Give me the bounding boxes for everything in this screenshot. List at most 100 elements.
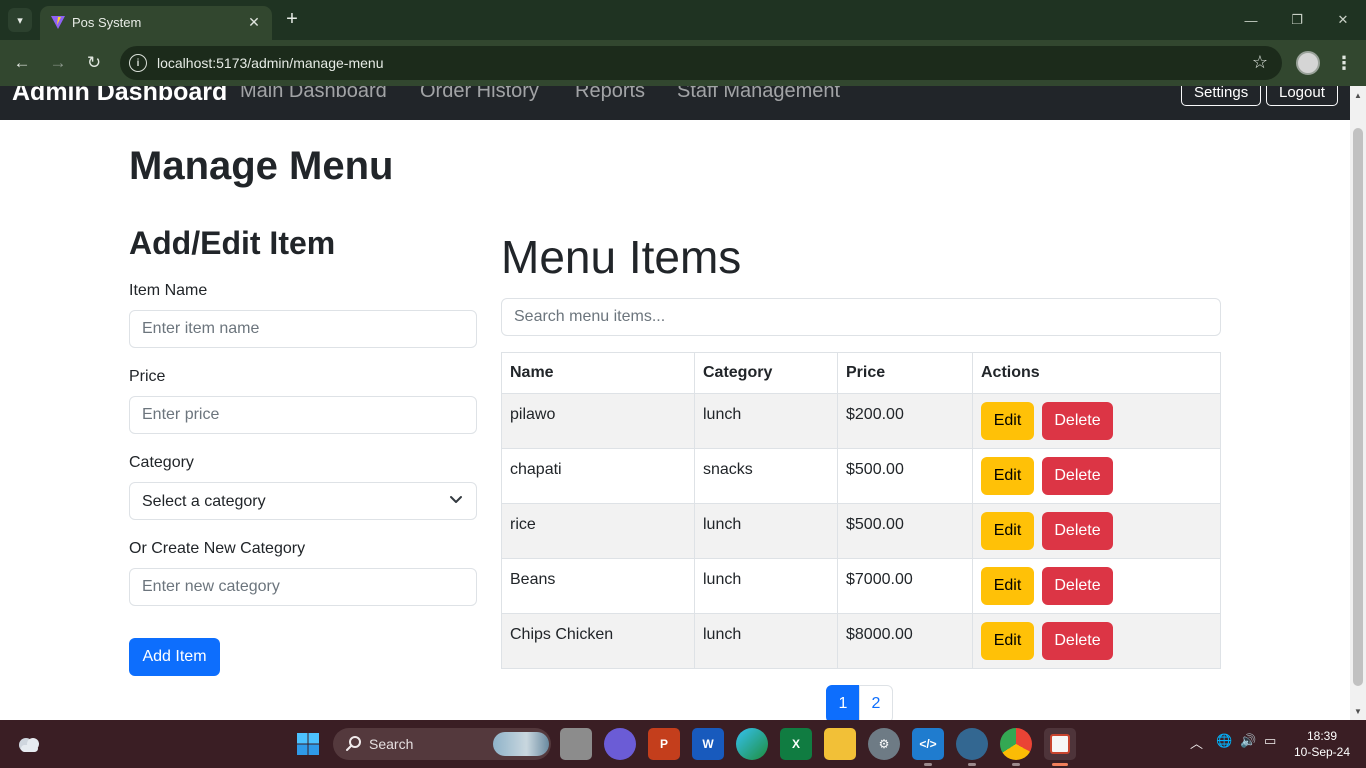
scrollbar-thumb[interactable] <box>1353 128 1363 686</box>
page-link-2[interactable]: 2 <box>859 685 893 720</box>
edit-button[interactable]: Edit <box>981 622 1034 660</box>
new-category-input[interactable] <box>129 568 477 606</box>
restore-icon[interactable]: ❐ <box>1283 8 1311 32</box>
taskbar-clock[interactable]: 18:39 10-Sep-24 <box>1292 728 1352 760</box>
language-globe-icon[interactable]: 🌐 <box>1216 733 1232 749</box>
active-app-indicator <box>1052 763 1068 766</box>
navbar-brand[interactable]: Admin Dashboard <box>12 86 227 107</box>
vscode-icon[interactable]: </> <box>912 728 944 760</box>
tab-search-chevron-icon[interactable]: ▾ <box>8 8 32 32</box>
cell-category: lunch <box>694 503 838 559</box>
weather-cloud-icon[interactable] <box>16 732 42 756</box>
category-label: Category <box>129 454 194 471</box>
bookmark-star-icon[interactable]: ☆ <box>1252 52 1268 73</box>
table-header-row: Name Category Price Actions <box>501 352 1221 394</box>
item-name-input[interactable] <box>129 310 477 348</box>
site-info-icon[interactable]: i <box>129 54 147 72</box>
snipping-tool-icon[interactable] <box>1044 728 1076 760</box>
menu-items-table: Name Category Price Actions pilawo lunch… <box>501 352 1221 669</box>
edit-button[interactable]: Edit <box>981 457 1034 495</box>
table-row: Beans lunch $7000.00 Edit Delete <box>501 558 1221 614</box>
address-bar[interactable]: i localhost:5173/admin/manage-menu ☆ <box>120 46 1282 80</box>
cell-price: $200.00 <box>837 393 973 449</box>
delete-button[interactable]: Delete <box>1042 512 1113 550</box>
settings-button[interactable]: Settings <box>1181 86 1262 106</box>
browser-tab[interactable]: Pos System ✕ <box>40 6 272 40</box>
chevron-down-icon <box>450 496 462 503</box>
nav-link-reports[interactable]: Reports <box>575 86 645 103</box>
delete-button[interactable]: Delete <box>1042 567 1113 605</box>
new-tab-plus-icon[interactable]: + <box>281 8 303 30</box>
cell-price: $500.00 <box>837 448 973 504</box>
page-link-1[interactable]: 1 <box>826 685 860 720</box>
table-row: Chips Chicken lunch $8000.00 Edit Delete <box>501 613 1221 669</box>
window-close-icon[interactable]: ✕ <box>1329 8 1357 32</box>
cell-actions: Edit Delete <box>972 558 1221 614</box>
nav-link-staff-management[interactable]: Staff Management <box>677 86 840 103</box>
cell-name: pilawo <box>501 393 695 449</box>
browser-menu-icon[interactable]: ⋮ <box>1334 51 1354 75</box>
scroll-down-arrow-icon[interactable]: ▼ <box>1350 704 1366 718</box>
tab-title: Pos System <box>72 15 142 30</box>
cell-name: Chips Chicken <box>501 613 695 669</box>
add-item-button[interactable]: Add Item <box>129 638 220 676</box>
powerpoint-icon[interactable]: P <box>648 728 680 760</box>
file-explorer-icon[interactable] <box>824 728 856 760</box>
table-row: rice lunch $500.00 Edit Delete <box>501 503 1221 559</box>
chat-app-icon[interactable] <box>604 728 636 760</box>
cell-actions: Edit Delete <box>972 503 1221 559</box>
forward-arrow-icon[interactable]: → <box>46 51 70 75</box>
menu-search-input[interactable] <box>501 298 1221 336</box>
search-icon <box>346 736 361 751</box>
edit-button[interactable]: Edit <box>981 402 1034 440</box>
logout-button[interactable]: Logout <box>1266 86 1338 106</box>
clock-date: 10-Sep-24 <box>1293 745 1351 759</box>
table-row: pilawo lunch $200.00 Edit Delete <box>501 393 1221 449</box>
nav-link-main-dashboard[interactable]: Main Dashboard <box>240 86 387 103</box>
tray-overflow-chevron-icon[interactable]: ︿ <box>1190 733 1203 752</box>
cell-name: chapati <box>501 448 695 504</box>
page-scrollbar[interactable]: ▲ ▼ <box>1350 86 1366 720</box>
cell-name: Beans <box>501 558 695 614</box>
menu-items-title: Menu Items <box>501 231 742 283</box>
reload-icon[interactable]: ↻ <box>82 51 106 75</box>
category-select[interactable]: Select a category <box>129 482 477 520</box>
edit-button[interactable]: Edit <box>981 567 1034 605</box>
chrome-icon[interactable] <box>1000 728 1032 760</box>
cell-price: $500.00 <box>837 503 973 559</box>
taskbar-search-box[interactable]: Search <box>333 728 551 760</box>
postgresql-icon[interactable] <box>956 728 988 760</box>
running-indicator <box>1012 763 1020 766</box>
table-row: chapati snacks $500.00 Edit Delete <box>501 448 1221 504</box>
price-label: Price <box>129 368 166 385</box>
excel-icon[interactable]: X <box>780 728 812 760</box>
delete-button[interactable]: Delete <box>1042 402 1113 440</box>
edit-button[interactable]: Edit <box>981 512 1034 550</box>
minimize-icon[interactable]: — <box>1237 8 1265 32</box>
page-viewport: Admin Dashboard Main Dashboard Order His… <box>0 86 1366 720</box>
browser-tab-bar: ▾ Pos System ✕ + — ❐ ✕ <box>0 0 1366 40</box>
delete-button[interactable]: Delete <box>1042 457 1113 495</box>
settings-gear-icon[interactable]: ⚙ <box>868 728 900 760</box>
running-indicator <box>924 763 932 766</box>
tab-close-icon[interactable]: ✕ <box>244 12 264 32</box>
price-input[interactable] <box>129 396 477 434</box>
delete-button[interactable]: Delete <box>1042 622 1113 660</box>
back-arrow-icon[interactable]: ← <box>10 51 34 75</box>
edge-browser-icon[interactable] <box>736 728 768 760</box>
task-view-icon[interactable] <box>560 728 592 760</box>
column-header-category: Category <box>694 352 838 394</box>
search-highlight-image <box>493 732 549 756</box>
cell-price: $8000.00 <box>837 613 973 669</box>
cell-name: rice <box>501 503 695 559</box>
battery-icon[interactable]: ▭ <box>1264 733 1276 749</box>
profile-avatar[interactable] <box>1296 51 1320 75</box>
url-text[interactable]: localhost:5173/admin/manage-menu <box>157 55 383 71</box>
pagination: 1 2 <box>826 685 893 720</box>
windows-start-icon[interactable] <box>292 728 324 760</box>
scroll-up-arrow-icon[interactable]: ▲ <box>1350 88 1366 102</box>
word-icon[interactable]: W <box>692 728 724 760</box>
volume-icon[interactable]: 🔊 <box>1240 733 1256 749</box>
item-name-label: Item Name <box>129 282 208 299</box>
nav-link-order-history[interactable]: Order History <box>420 86 539 103</box>
